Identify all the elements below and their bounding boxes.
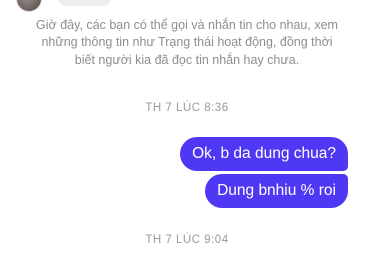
timestamp-divider: TH 7 LÚC 8:36	[145, 102, 229, 114]
timestamp-divider: TH 7 LÚC 9:04	[145, 234, 229, 246]
outgoing-message-bubble[interactable]: Ok, b da dung chua?	[180, 137, 348, 171]
contact-name-pill	[58, 0, 112, 6]
outgoing-message-bubble[interactable]: Dung bnhiu % roi	[205, 174, 348, 208]
contact-avatar[interactable]	[16, 0, 42, 12]
conversation-info-message: Giờ đây, các bạn có thể gọi và nhắn tin …	[36, 18, 338, 67]
